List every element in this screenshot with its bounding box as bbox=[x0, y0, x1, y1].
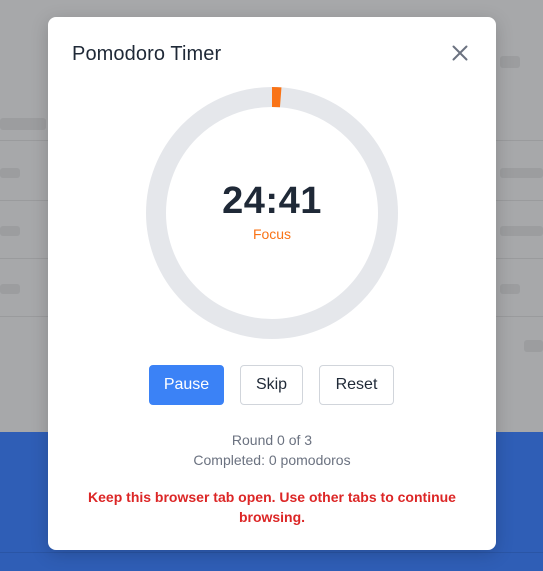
timer-display: 24:41 bbox=[222, 180, 322, 222]
round-status: Round 0 of 3 bbox=[231, 432, 313, 448]
keep-tab-open-warning: Keep this browser tab open. Use other ta… bbox=[88, 489, 456, 525]
background-footer-divider bbox=[0, 552, 543, 553]
completed-status: Completed: 0 pomodoros bbox=[193, 452, 351, 468]
close-icon bbox=[452, 45, 468, 61]
background-text bbox=[0, 118, 46, 130]
background-text bbox=[0, 284, 20, 294]
close-button[interactable] bbox=[448, 41, 472, 65]
timer-phase-label: Focus bbox=[252, 226, 292, 242]
skip-button[interactable]: Skip bbox=[240, 365, 303, 405]
pause-button[interactable]: Pause bbox=[149, 365, 224, 405]
background-text bbox=[524, 340, 543, 352]
background-text bbox=[500, 284, 520, 294]
background-text bbox=[0, 168, 20, 178]
background-text bbox=[500, 168, 543, 178]
reset-button[interactable]: Reset bbox=[319, 365, 394, 405]
pomodoro-modal: Pomodoro Timer 24:41 Focus Pause Skip Re… bbox=[48, 17, 496, 550]
timer-ring: 24:41 Focus bbox=[146, 87, 398, 339]
background-text bbox=[500, 226, 543, 236]
background-text bbox=[0, 226, 20, 236]
modal-title: Pomodoro Timer bbox=[72, 43, 222, 65]
background-text bbox=[500, 56, 520, 68]
